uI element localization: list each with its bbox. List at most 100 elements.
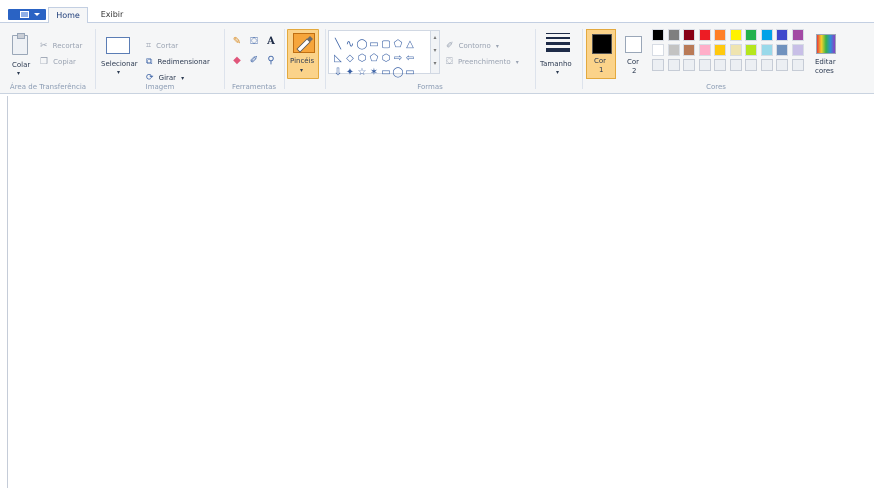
custom-color-slot[interactable] xyxy=(791,59,804,71)
palette-color-swatch[interactable] xyxy=(745,44,757,56)
shapes-row: ⇩ ✦ ☆ ✶ ▭ ◯ ▭ xyxy=(332,60,428,78)
tab-view[interactable]: Exibir xyxy=(92,7,132,23)
tab-bar: Home Exibir xyxy=(0,0,874,23)
palette-color-swatch[interactable] xyxy=(760,44,773,56)
drawing-canvas[interactable] xyxy=(7,96,874,488)
pencil-icon[interactable]: ✎ xyxy=(229,35,245,49)
colors-group: Cor 1 Cor 2 Editar cores Cores xyxy=(584,25,848,93)
palette-color-swatch[interactable] xyxy=(745,29,757,41)
palette-color-swatch[interactable] xyxy=(652,44,664,56)
fill-label: Preenchimento xyxy=(457,58,511,66)
colors-group-label: Cores xyxy=(706,83,726,91)
custom-color-slot[interactable] xyxy=(729,59,742,71)
palette-color-swatch[interactable] xyxy=(683,29,695,41)
copy-button[interactable]: ❐ Copiar xyxy=(40,49,76,67)
cloud-callout-icon[interactable]: ▭ xyxy=(404,67,416,79)
palette-color-swatch[interactable] xyxy=(683,44,695,56)
shapes-scrollbar[interactable]: ▴ ▾ ▾ xyxy=(430,31,439,73)
tools-group: ✎ ⛋ A ◆ ✐ ⚲ Ferramentas xyxy=(226,25,282,93)
group-divider xyxy=(582,29,583,89)
palette-color-swatch[interactable] xyxy=(791,44,804,56)
custom-color-slot[interactable] xyxy=(652,59,664,71)
shapes-group-label: Formas xyxy=(417,83,443,91)
palette-color-swatch[interactable] xyxy=(667,29,680,41)
paste-label: Colar xyxy=(12,61,31,69)
brushes-group: Pincéis ▾ xyxy=(285,25,323,93)
color1-button[interactable]: Cor 1 xyxy=(586,29,616,79)
fill-icon[interactable]: ⛋ xyxy=(246,35,262,49)
copy-icon: ❐ xyxy=(40,57,49,67)
color2-button[interactable]: Cor 2 xyxy=(620,27,648,79)
color2-swatch xyxy=(625,36,642,53)
oval-callout-icon[interactable]: ◯ xyxy=(392,67,404,79)
color2-number: 2 xyxy=(632,67,637,75)
select-label: Selecionar xyxy=(101,60,138,68)
custom-color-slot[interactable] xyxy=(714,59,726,71)
tools-group-label: Ferramentas xyxy=(231,83,277,91)
custom-color-slot[interactable] xyxy=(760,59,773,71)
image-group-label: Imagem xyxy=(145,83,175,91)
palette-color-swatch[interactable] xyxy=(652,29,664,41)
palette-color-swatch[interactable] xyxy=(667,44,680,56)
custom-color-slot[interactable] xyxy=(698,59,711,71)
ribbon: Colar ▾ ✂ Recortar ❐ Copiar Área de Tran… xyxy=(0,22,874,94)
custom-color-slot[interactable] xyxy=(683,59,695,71)
select-button[interactable]: Selecionar ▾ xyxy=(98,27,142,79)
color-picker-icon[interactable]: ✐ xyxy=(246,54,262,68)
chevron-down-icon: ▾ xyxy=(117,69,121,76)
edit-colors-button[interactable]: Editar cores xyxy=(810,27,844,79)
size-button[interactable]: Tamanho ▾ xyxy=(537,27,579,79)
palette-color-swatch[interactable] xyxy=(698,44,711,56)
palette-color-swatch[interactable] xyxy=(791,29,804,41)
file-menu-button[interactable] xyxy=(8,9,46,20)
brushes-button[interactable]: Pincéis ▾ xyxy=(287,29,319,79)
chevron-down-icon: ▾ xyxy=(181,75,185,82)
size-label: Tamanho xyxy=(540,60,572,68)
custom-color-slot[interactable] xyxy=(776,59,788,71)
selection-icon xyxy=(106,37,130,54)
down-arrow-icon[interactable]: ⇩ xyxy=(332,67,344,79)
group-divider xyxy=(95,29,96,89)
palette-color-swatch[interactable] xyxy=(776,29,788,41)
fill-icon: ⛋ xyxy=(446,57,453,67)
clipboard-group: Colar ▾ ✂ Recortar ❐ Copiar Área de Tran… xyxy=(4,25,92,93)
rotate-icon: ⟳ xyxy=(146,73,154,83)
star-icon[interactable]: ☆ xyxy=(356,67,368,79)
palette-color-swatch[interactable] xyxy=(760,29,773,41)
clipboard-icon xyxy=(12,33,28,55)
chevron-down-icon: ▾ xyxy=(300,67,304,74)
copy-label: Copiar xyxy=(53,58,76,66)
tab-home[interactable]: Home xyxy=(48,7,88,23)
color1-number: 1 xyxy=(599,66,604,74)
line-width-icon xyxy=(546,33,570,52)
image-group: Selecionar ▾ ⌗ Cortar ⧉ Redimensionar ⟳ … xyxy=(98,25,222,93)
chevron-down-icon: ▾ xyxy=(556,69,560,76)
magnifier-icon[interactable]: ⚲ xyxy=(263,54,279,68)
text-tool-icon[interactable]: A xyxy=(263,35,279,49)
palette-color-swatch[interactable] xyxy=(698,29,711,41)
palette-color-swatch[interactable] xyxy=(714,44,726,56)
chevron-down-icon xyxy=(34,13,40,16)
rainbow-palette-icon xyxy=(816,34,836,54)
custom-color-slot[interactable] xyxy=(667,59,680,71)
clipboard-group-label: Área de Transferência xyxy=(9,83,87,91)
four-point-star-icon[interactable]: ✦ xyxy=(344,67,356,79)
rotate-button[interactable]: ⟳ Girar ▾ xyxy=(146,65,184,84)
fill-button[interactable]: ⛋ Preenchimento ▾ xyxy=(446,49,519,68)
group-divider xyxy=(535,29,536,89)
eraser-icon[interactable]: ◆ xyxy=(229,54,245,68)
cut-button[interactable]: ✂ Recortar xyxy=(40,33,82,51)
palette-color-swatch[interactable] xyxy=(714,29,726,41)
callout-icon[interactable]: ▭ xyxy=(380,67,392,79)
paste-button[interactable]: Colar ▾ xyxy=(6,29,34,77)
palette-color-swatch[interactable] xyxy=(729,29,742,41)
palette-color-swatch[interactable] xyxy=(729,44,742,56)
chevron-down-icon: ▾ xyxy=(17,70,21,77)
six-point-star-icon[interactable]: ✶ xyxy=(368,67,380,79)
edit-colors-label-2: cores xyxy=(815,67,834,75)
custom-color-slot[interactable] xyxy=(745,59,757,71)
shapes-row: ◺ ◇ ⬡ ⬠ ⬡ ⇨ ⇦ xyxy=(332,46,428,64)
paint-menu-icon xyxy=(20,11,29,18)
color1-label: Cor xyxy=(594,57,607,65)
palette-color-swatch[interactable] xyxy=(776,44,788,56)
